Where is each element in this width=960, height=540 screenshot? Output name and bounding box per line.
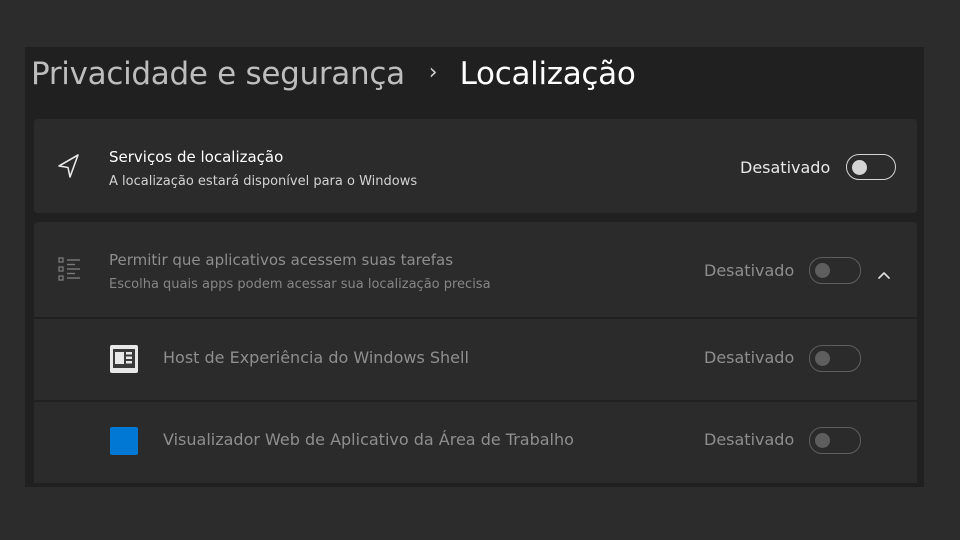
location-services-card: Serviços de localização A localização es…	[34, 119, 917, 213]
apps-access-status: Desativado	[704, 261, 795, 280]
windows-shell-app-icon	[109, 344, 139, 378]
page-title: Localização	[459, 56, 636, 92]
app-toggle[interactable]	[809, 427, 861, 454]
toggle-knob	[815, 263, 830, 278]
app-name: Visualizador Web de Aplicativo da Área d…	[163, 430, 574, 449]
breadcrumb-parent[interactable]: Privacidade e segurança	[31, 56, 405, 92]
location-services-title: Serviços de localização	[109, 148, 284, 166]
location-services-status: Desativado	[740, 158, 831, 177]
apps-access-group: Permitir que aplicativos acessem suas ta…	[34, 222, 917, 487]
toggle-knob	[852, 159, 867, 175]
app-row: Host de Experiência do Windows Shell Des…	[34, 319, 917, 400]
app-toggle[interactable]	[809, 345, 861, 372]
app-row: Visualizador Web de Aplicativo da Área d…	[34, 402, 917, 483]
app-name: Host de Experiência do Windows Shell	[163, 348, 469, 367]
settings-window: Privacidade e segurança › Localização Se…	[25, 47, 924, 487]
blue-tile-app-icon	[109, 426, 139, 460]
apps-access-subtitle: Escolha quais apps podem acessar sua loc…	[109, 277, 491, 292]
location-services-subtitle: A localização estará disponível para o W…	[109, 174, 418, 189]
app-status: Desativado	[704, 430, 795, 449]
navigation-arrow-icon	[57, 153, 81, 183]
chevron-up-icon[interactable]	[877, 265, 891, 284]
toggle-knob	[815, 351, 830, 366]
location-services-toggle[interactable]	[846, 154, 896, 180]
apps-access-title: Permitir que aplicativos acessem suas ta…	[109, 251, 454, 269]
toggle-knob	[815, 433, 830, 448]
breadcrumb: Privacidade e segurança › Localização	[31, 49, 636, 99]
breadcrumb-separator-icon: ›	[428, 59, 438, 85]
apps-access-header[interactable]: Permitir que aplicativos acessem suas ta…	[34, 222, 917, 317]
app-status: Desativado	[704, 348, 795, 367]
apps-access-toggle[interactable]	[809, 257, 861, 284]
list-icon	[58, 256, 82, 286]
